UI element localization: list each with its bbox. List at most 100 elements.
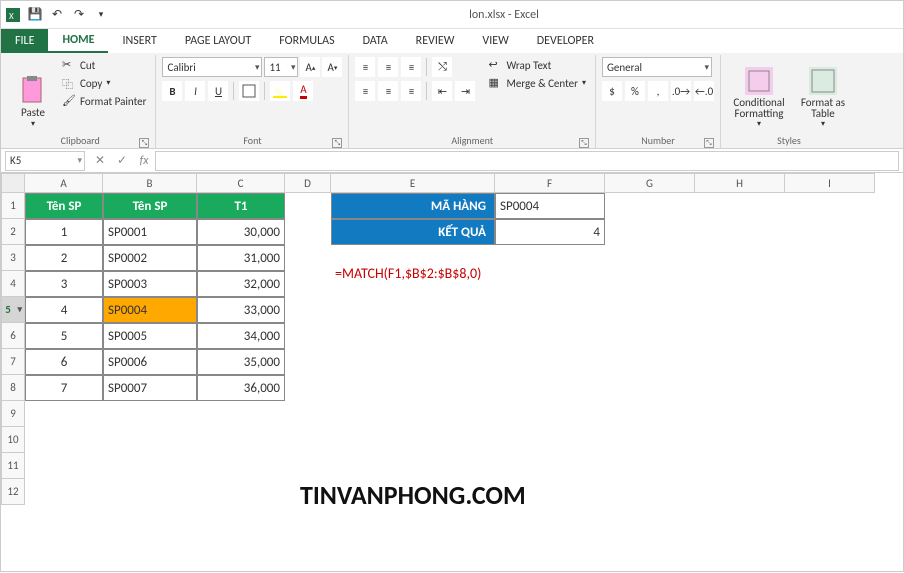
tab-formulas[interactable]: FORMULAS <box>265 29 348 53</box>
tab-insert[interactable]: INSERT <box>108 29 170 53</box>
table-header-2[interactable]: T1 <box>197 193 285 219</box>
decrease-indent-icon[interactable]: ⇤ <box>432 81 452 101</box>
row-header-1[interactable]: 1 <box>1 193 25 219</box>
cell-A6[interactable]: 5 <box>25 323 103 349</box>
cell-C8[interactable]: 36,000 <box>197 375 285 401</box>
cell-E1[interactable]: MÃ HÀNG <box>331 193 495 219</box>
copy-button[interactable]: ⿻Copy▾ <box>59 75 149 91</box>
underline-button[interactable]: U <box>208 81 228 101</box>
currency-icon[interactable]: $ <box>602 81 622 101</box>
tab-view[interactable]: VIEW <box>468 29 522 53</box>
row-header-3[interactable]: 3 <box>1 245 25 271</box>
name-box[interactable]: K5 <box>5 151 85 171</box>
row-header-2[interactable]: 2 <box>1 219 25 245</box>
tab-home[interactable]: HOME <box>48 29 108 53</box>
cell-B5[interactable]: SP0004 <box>103 297 197 323</box>
cell-A4[interactable]: 3 <box>25 271 103 297</box>
row-header-6[interactable]: 6 <box>1 323 25 349</box>
table-header-1[interactable]: Tên SP <box>103 193 197 219</box>
cell-B8[interactable]: SP0007 <box>103 375 197 401</box>
column-header-I[interactable]: I <box>785 173 875 193</box>
border-button[interactable] <box>239 81 259 101</box>
column-header-E[interactable]: E <box>331 173 495 193</box>
number-launcher[interactable]: ⤡ <box>704 138 714 148</box>
align-middle-icon[interactable]: ≡ <box>378 57 398 77</box>
orientation-icon[interactable]: ⤭ <box>432 57 452 77</box>
column-header-D[interactable]: D <box>285 173 331 193</box>
undo-icon[interactable]: ↶ <box>49 7 65 23</box>
clipboard-launcher[interactable]: ⤡ <box>139 138 149 148</box>
cell-C7[interactable]: 35,000 <box>197 349 285 375</box>
align-right-icon[interactable]: ≡ <box>401 81 421 101</box>
align-bottom-icon[interactable]: ≡ <box>401 57 421 77</box>
align-center-icon[interactable]: ≡ <box>378 81 398 101</box>
cell-C6[interactable]: 34,000 <box>197 323 285 349</box>
column-header-H[interactable]: H <box>695 173 785 193</box>
cell-A3[interactable]: 2 <box>25 245 103 271</box>
italic-button[interactable]: I <box>185 81 205 101</box>
row-header-11[interactable]: 11 <box>1 453 25 479</box>
cell-B2[interactable]: SP0001 <box>103 219 197 245</box>
cell-A2[interactable]: 1 <box>25 219 103 245</box>
select-all-corner[interactable] <box>1 173 25 193</box>
bold-button[interactable]: B <box>162 81 182 101</box>
font-name-select[interactable]: Calibri <box>162 57 262 77</box>
row-header-7[interactable]: 7 <box>1 349 25 375</box>
percent-icon[interactable]: % <box>625 81 645 101</box>
increase-font-icon[interactable]: A▴ <box>300 57 320 77</box>
cut-button[interactable]: ✂Cut <box>59 57 149 73</box>
format-painter-button[interactable]: 🖌Format Painter <box>59 93 149 109</box>
row-header-5[interactable]: 5 <box>1 297 25 323</box>
tab-developer[interactable]: DEVELOPER <box>523 29 608 53</box>
cell-B4[interactable]: SP0003 <box>103 271 197 297</box>
align-top-icon[interactable]: ≡ <box>355 57 375 77</box>
cell-C5[interactable]: 33,000 <box>197 297 285 323</box>
comma-icon[interactable]: , <box>648 81 668 101</box>
column-header-F[interactable]: F <box>495 173 605 193</box>
column-header-C[interactable]: C <box>197 173 285 193</box>
font-launcher[interactable]: ⤡ <box>332 138 342 148</box>
row-header-10[interactable]: 10 <box>1 427 25 453</box>
alignment-launcher[interactable]: ⤡ <box>579 138 589 148</box>
cell-C3[interactable]: 31,000 <box>197 245 285 271</box>
formula-input[interactable] <box>155 151 899 171</box>
cell-F1[interactable]: SP0004 <box>495 193 605 219</box>
column-header-G[interactable]: G <box>605 173 695 193</box>
enter-formula-icon[interactable]: ✓ <box>111 153 133 168</box>
cell-B7[interactable]: SP0006 <box>103 349 197 375</box>
fx-icon[interactable]: fx <box>133 154 155 168</box>
save-icon[interactable]: 💾 <box>27 7 43 23</box>
worksheet[interactable]: ABCDEFGHI 123456789101112 Tên SPTên SPT1… <box>1 173 903 573</box>
tab-file[interactable]: FILE <box>1 29 48 53</box>
cell-F2[interactable]: 4 <box>495 219 605 245</box>
merge-center-button[interactable]: ▦Merge & Center▾ <box>485 75 589 91</box>
cell-C4[interactable]: 32,000 <box>197 271 285 297</box>
column-header-B[interactable]: B <box>103 173 197 193</box>
tab-page-layout[interactable]: PAGE LAYOUT <box>171 29 265 53</box>
cell-B3[interactable]: SP0002 <box>103 245 197 271</box>
font-color-button[interactable]: A <box>293 81 313 101</box>
decrease-font-icon[interactable]: A▾ <box>322 57 342 77</box>
cell-B6[interactable]: SP0005 <box>103 323 197 349</box>
row-header-9[interactable]: 9 <box>1 401 25 427</box>
cancel-formula-icon[interactable]: ✕ <box>89 153 111 168</box>
align-left-icon[interactable]: ≡ <box>355 81 375 101</box>
row-header-12[interactable]: 12 <box>1 479 25 505</box>
font-size-select[interactable]: 11 <box>264 57 298 77</box>
qat-customize-icon[interactable]: ▾ <box>93 7 109 23</box>
increase-decimal-icon[interactable]: .0→ <box>671 81 691 101</box>
cell-E2[interactable]: KẾT QUẢ <box>331 219 495 245</box>
cell-A8[interactable]: 7 <box>25 375 103 401</box>
column-header-A[interactable]: A <box>25 173 103 193</box>
cell-A7[interactable]: 6 <box>25 349 103 375</box>
fill-color-button[interactable] <box>270 81 290 101</box>
redo-icon[interactable]: ↷ <box>71 7 87 23</box>
table-header-0[interactable]: Tên SP <box>25 193 103 219</box>
tab-data[interactable]: DATA <box>349 29 402 53</box>
conditional-formatting-button[interactable]: Conditional Formatting▾ <box>727 57 791 129</box>
paste-button[interactable]: Paste ▾ <box>11 57 55 129</box>
decrease-decimal-icon[interactable]: ←.0 <box>694 81 714 101</box>
row-header-4[interactable]: 4 <box>1 271 25 297</box>
increase-indent-icon[interactable]: ⇥ <box>455 81 475 101</box>
cell-A5[interactable]: 4 <box>25 297 103 323</box>
